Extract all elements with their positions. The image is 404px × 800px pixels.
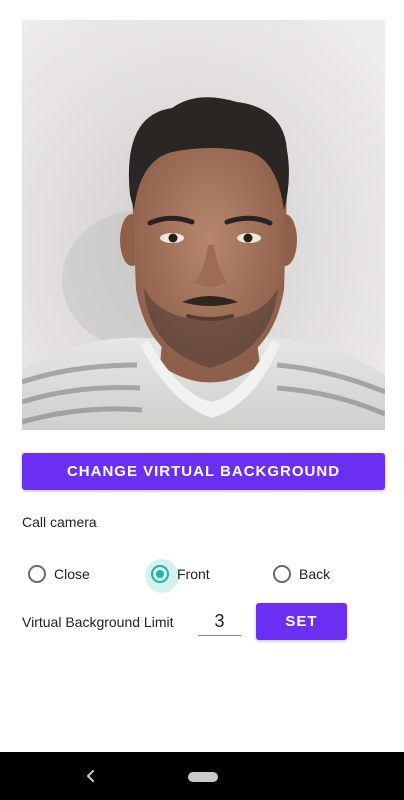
set-limit-button[interactable]: SET (256, 603, 347, 640)
radio-back-circle-icon (273, 565, 291, 583)
radio-front[interactable]: Front (145, 559, 210, 593)
app-screen: CHANGE VIRTUAL BACKGROUND Call camera Cl… (0, 0, 404, 800)
radio-close-circle-icon (28, 565, 46, 583)
virtual-background-limit-input[interactable] (198, 607, 241, 636)
camera-preview-image (22, 20, 385, 430)
radio-close[interactable]: Close (28, 562, 90, 586)
system-navigation-bar (0, 752, 404, 800)
camera-preview (22, 20, 385, 430)
radio-front-checked-icon (145, 559, 179, 593)
virtual-background-limit-label: Virtual Background Limit (22, 614, 174, 630)
back-chevron-icon[interactable] (82, 766, 100, 786)
radio-close-label: Close (54, 566, 90, 582)
radio-back-label: Back (299, 566, 331, 582)
call-camera-label: Call camera (22, 514, 97, 530)
radio-back[interactable]: Back (273, 562, 330, 586)
change-virtual-background-button[interactable]: CHANGE VIRTUAL BACKGROUND (22, 453, 385, 490)
home-pill-icon[interactable] (188, 772, 218, 782)
radio-front-label: Front (177, 566, 210, 582)
